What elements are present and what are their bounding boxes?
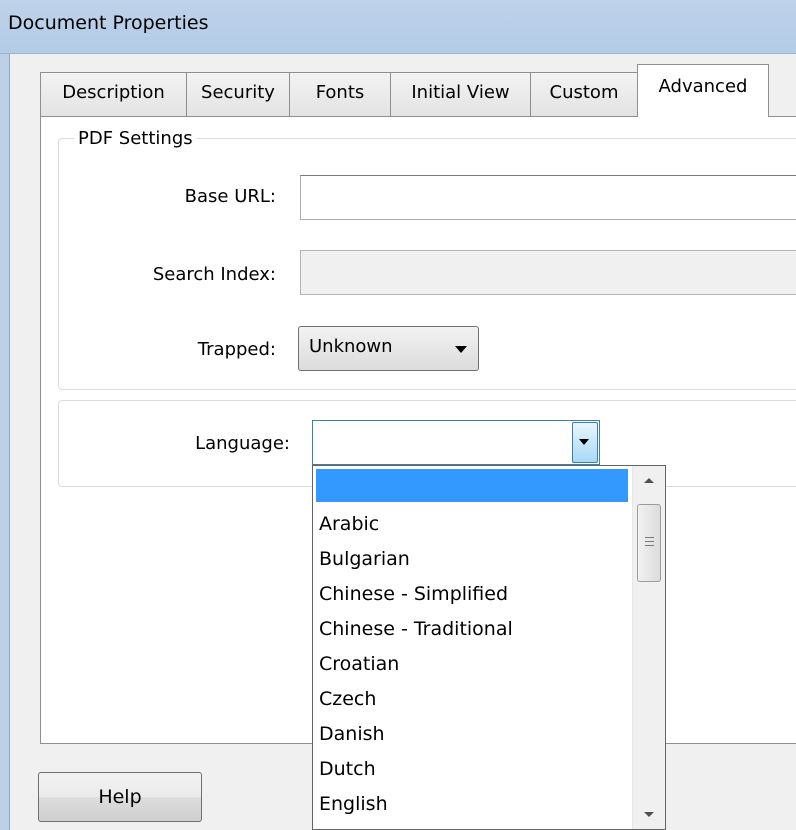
trapped-dropdown[interactable]: Unknown <box>298 326 479 371</box>
language-option[interactable]: English <box>319 787 388 822</box>
language-option[interactable]: Bulgarian <box>319 542 410 577</box>
tab-fonts[interactable]: Fonts <box>289 72 391 116</box>
language-option[interactable]: Danish <box>319 717 385 752</box>
language-option[interactable]: Croatian <box>319 647 399 682</box>
language-options-list[interactable]: Arabic Bulgarian Chinese - Simplified Ch… <box>312 465 666 830</box>
grip-icon <box>645 541 654 542</box>
trapped-value: Unknown <box>309 336 393 357</box>
language-option[interactable]: Dutch <box>319 752 376 787</box>
tab-custom[interactable]: Custom <box>530 72 638 116</box>
language-option[interactable]: Chinese - Simplified <box>319 577 508 612</box>
language-dropdown[interactable] <box>312 420 600 465</box>
title-bar[interactable]: Document Properties <box>0 0 796 54</box>
trapped-label: Trapped: <box>197 339 276 360</box>
language-option[interactable]: Czech <box>319 682 376 717</box>
pdf-settings-label: PDF Settings <box>74 128 197 149</box>
chevron-down-icon <box>579 439 589 445</box>
grip-icon <box>645 537 654 538</box>
tab-advanced[interactable]: Advanced <box>637 64 769 117</box>
window-frame-left <box>0 54 10 830</box>
help-button[interactable]: Help <box>38 772 202 822</box>
scrollbar-thumb[interactable] <box>637 504 661 582</box>
language-option[interactable]: Arabic <box>319 507 379 542</box>
options-scrollbar[interactable] <box>632 466 665 829</box>
tab-description[interactable]: Description <box>40 72 187 116</box>
language-option[interactable]: Chinese - Traditional <box>319 612 513 647</box>
language-dropdown-button[interactable] <box>572 422 598 463</box>
help-button-label: Help <box>98 786 142 808</box>
search-index-label: Search Index: <box>152 264 276 285</box>
selected-option-highlight <box>316 469 628 502</box>
base-url-label: Base URL: <box>184 186 276 207</box>
tab-security[interactable]: Security <box>186 72 290 116</box>
language-label: Language: <box>195 433 290 454</box>
scroll-up-icon[interactable] <box>644 478 654 483</box>
grip-icon <box>645 545 654 546</box>
search-index-field <box>300 250 796 295</box>
base-url-input[interactable] <box>300 175 796 220</box>
scroll-down-icon[interactable] <box>644 812 654 817</box>
chevron-down-icon <box>455 346 467 353</box>
window-title: Document Properties <box>8 12 209 34</box>
tab-initial-view[interactable]: Initial View <box>390 72 531 116</box>
